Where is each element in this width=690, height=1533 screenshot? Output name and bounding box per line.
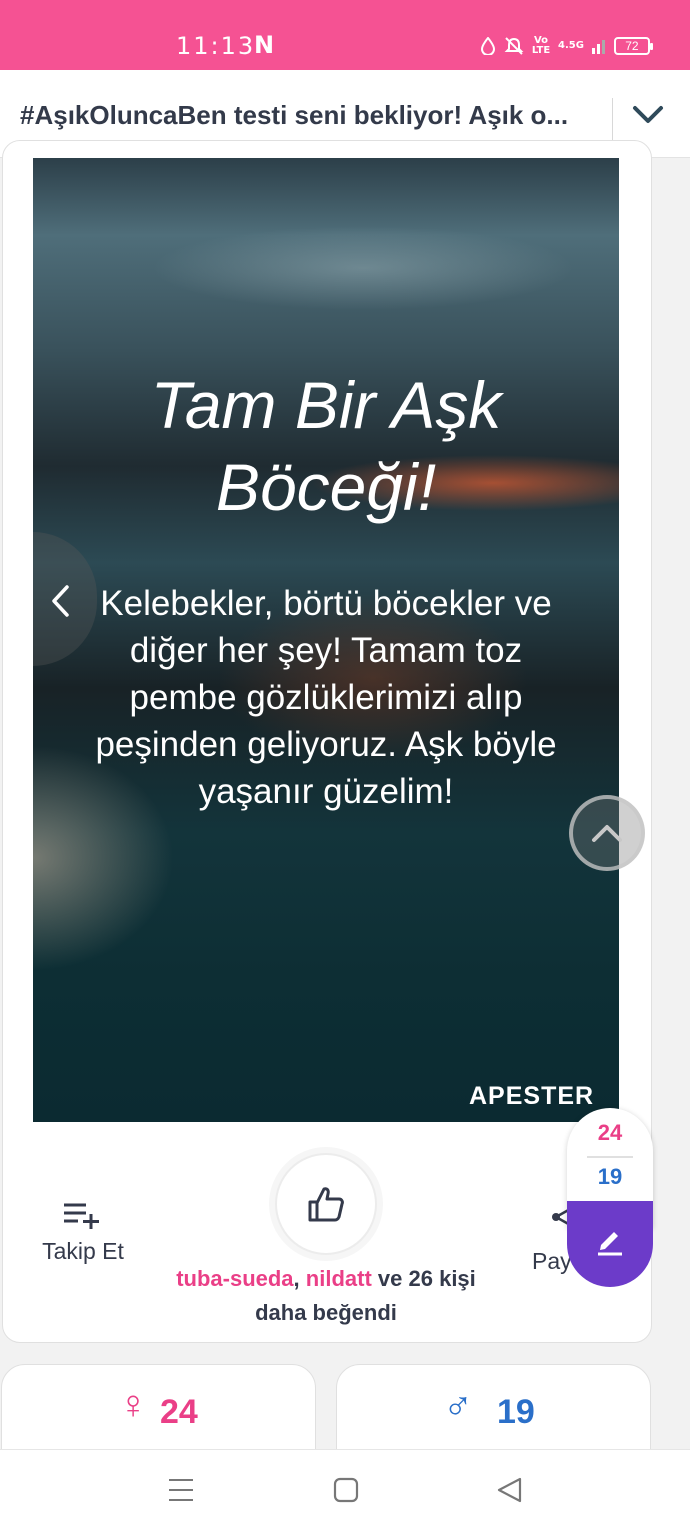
result-description: Kelebekler, börtü böcekler ve diğer her … bbox=[95, 584, 557, 811]
header-divider bbox=[612, 98, 613, 140]
mute-bell-icon bbox=[504, 36, 524, 56]
apester-logo: APESTER bbox=[469, 1082, 595, 1110]
follow-label: Takip Et bbox=[42, 1238, 124, 1264]
status-icons: Vo LTE 4.5G 72 bbox=[480, 34, 653, 58]
likers-separator: , bbox=[293, 1266, 300, 1291]
network-type: 4.5G bbox=[558, 40, 584, 51]
male-count: 19 bbox=[497, 1393, 535, 1431]
liker-link[interactable]: tuba-sueda bbox=[176, 1266, 293, 1291]
thumbs-up-icon bbox=[308, 1187, 344, 1222]
vote-widget: 24 19 bbox=[567, 1108, 653, 1288]
downvote-count[interactable]: 19 bbox=[567, 1164, 653, 1190]
scroll-to-top-button[interactable] bbox=[569, 795, 645, 871]
chevron-up-icon bbox=[592, 825, 622, 842]
chevron-down-icon[interactable] bbox=[630, 100, 666, 130]
pencil-icon bbox=[598, 1232, 622, 1256]
vote-divider bbox=[587, 1156, 633, 1158]
battery-icon: 72 bbox=[613, 37, 653, 55]
likers-text: tuba-sueda, nildatt ve 26 kişi daha beğe… bbox=[150, 1262, 502, 1330]
result-image: Tam Bir Aşk Böceği! Kelebekler, börtü bö… bbox=[33, 158, 619, 1122]
upvote-count[interactable]: 24 bbox=[567, 1120, 653, 1146]
back-triangle-icon[interactable] bbox=[496, 1476, 522, 1509]
home-square-icon[interactable] bbox=[333, 1476, 359, 1509]
battery-level: 72 bbox=[625, 39, 639, 53]
female-count: 24 bbox=[160, 1393, 198, 1431]
result-heading: Tam Bir Aşk Böceği! bbox=[150, 368, 502, 524]
female-symbol-icon: ♀ bbox=[118, 1383, 148, 1427]
playlist-add-icon bbox=[64, 1203, 99, 1229]
volte-icon: Vo LTE bbox=[531, 35, 551, 56]
signal-icon bbox=[591, 38, 606, 54]
system-nav-bar bbox=[0, 1449, 690, 1533]
liker-link[interactable]: nildatt bbox=[306, 1266, 372, 1291]
menu-icon[interactable] bbox=[168, 1476, 194, 1509]
male-symbol-icon: ♂ bbox=[443, 1383, 473, 1427]
like-button[interactable] bbox=[275, 1153, 377, 1255]
status-time: 11:13 bbox=[176, 32, 256, 60]
follow-button[interactable]: Takip Et bbox=[33, 1200, 133, 1265]
compose-button[interactable] bbox=[567, 1201, 653, 1287]
share-label: Pay bbox=[532, 1248, 572, 1274]
water-drop-icon bbox=[480, 37, 496, 55]
status-bar: 11:13 N Vo LTE 4.5G 72 bbox=[0, 0, 690, 70]
notification-icon: N bbox=[254, 31, 275, 59]
article-title[interactable]: #AşıkOluncaBen testi seni bekliyor! Aşık… bbox=[20, 100, 590, 131]
